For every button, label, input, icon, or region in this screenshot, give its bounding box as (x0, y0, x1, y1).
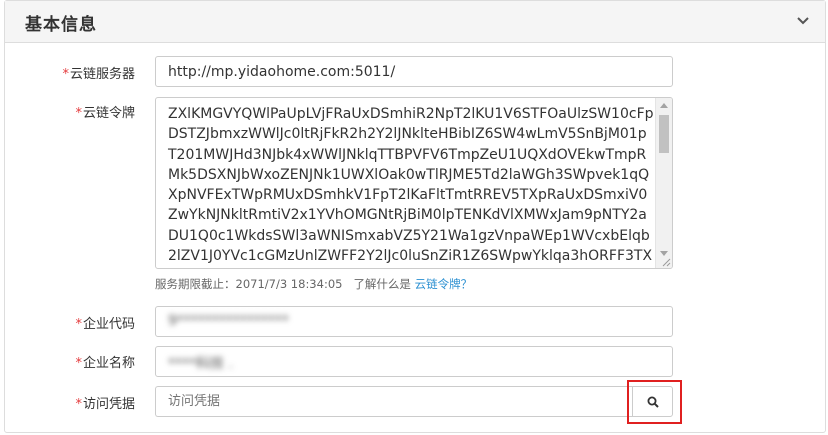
required-mark: * (62, 67, 69, 82)
access-credential-input[interactable] (155, 386, 633, 417)
company-name-label-text: 企业名称 (82, 356, 135, 371)
learn-prefix: 了解什么是 (353, 277, 411, 291)
resize-grip-icon[interactable] (661, 257, 671, 267)
required-mark: * (75, 317, 82, 332)
company-code-value: 9**************** (168, 313, 289, 329)
company-name-label: *企业名称 (5, 352, 135, 371)
expiry-date: 2071/7/3 18:34:05 (235, 277, 343, 291)
panel-title: 基本信息 (25, 15, 97, 35)
chevron-down-icon[interactable] (795, 13, 811, 29)
textarea-scrollbar[interactable] (655, 98, 672, 268)
required-mark: * (75, 106, 82, 121)
scroll-down-arrow-icon[interactable] (660, 251, 668, 256)
panel-header[interactable]: 基本信息 (5, 1, 825, 43)
token-label-text: 云链令牌 (82, 106, 135, 121)
scroll-up-arrow-icon[interactable] (660, 103, 668, 108)
server-input[interactable] (155, 56, 673, 87)
expiry-help-line: 服务期限截止：2071/7/3 18:34:05 了解什么是 云链令牌？ (155, 276, 472, 292)
required-mark: * (75, 397, 82, 412)
token-text: ZXlKMGVYQWlPaUpLVjFRaUxDSmhiR2NpT2lKU1V6… (168, 106, 654, 265)
token-help-link[interactable]: 云链令牌 (415, 277, 461, 291)
company-code-label: *企业代码 (5, 313, 135, 332)
company-name-input[interactable]: ****科技 . (155, 346, 673, 377)
scroll-thumb[interactable] (659, 115, 669, 153)
company-name-value: ****科技 . (168, 356, 233, 372)
token-label: *云链令牌 (5, 102, 135, 121)
company-code-input[interactable]: 9**************** (155, 306, 673, 337)
required-mark: * (75, 356, 82, 371)
token-textarea[interactable]: ZXlKMGVYQWlPaUpLVjFRaUxDSmhiR2NpT2lKU1V6… (155, 97, 673, 269)
server-label-text: 云链服务器 (69, 67, 135, 82)
expiry-label: 服务期限截止： (155, 277, 236, 291)
company-code-label-text: 企业代码 (82, 317, 135, 332)
highlight-box (627, 380, 682, 424)
server-label: *云链服务器 (5, 63, 135, 82)
access-label-text: 访问凭据 (82, 397, 135, 412)
access-label: *访问凭据 (5, 393, 135, 412)
learn-suffix: ？ (460, 277, 473, 291)
